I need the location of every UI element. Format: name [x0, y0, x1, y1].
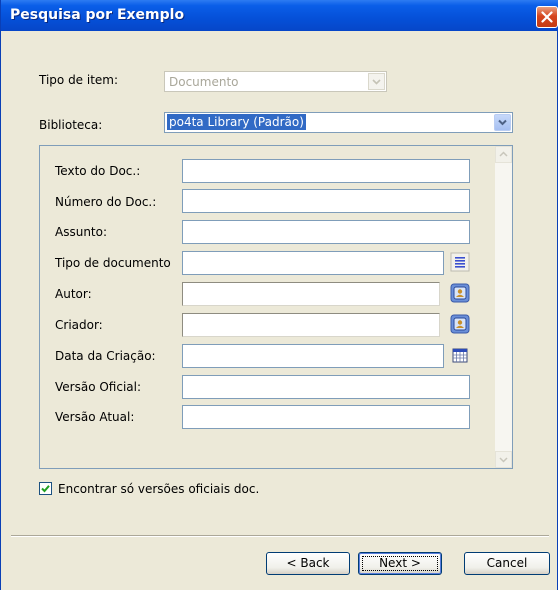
autor-lookup-button[interactable] — [450, 283, 470, 303]
criador-lookup-button[interactable] — [450, 314, 470, 334]
oficiais-checkbox[interactable] — [39, 482, 52, 495]
next-button[interactable]: Next > — [358, 552, 442, 575]
tipo-documento-input[interactable] — [182, 251, 444, 275]
calendar-icon — [452, 348, 468, 363]
checkmark-icon — [41, 485, 50, 493]
autor-input[interactable] — [182, 282, 440, 306]
oficiais-checkbox-label[interactable]: Encontrar só versões oficiais doc. — [58, 482, 259, 496]
biblioteca-select[interactable]: po4ta Library (Padrão) — [164, 112, 513, 133]
back-button[interactable]: < Back — [266, 552, 350, 575]
texto-doc-input[interactable] — [182, 159, 470, 183]
versao-atual-input[interactable] — [182, 405, 470, 429]
chevron-up-icon — [499, 151, 508, 157]
separator — [11, 535, 549, 537]
close-button[interactable] — [536, 6, 558, 28]
calendar-button[interactable] — [450, 345, 470, 365]
criador-input[interactable] — [182, 313, 440, 337]
autor-label: Autor: — [55, 287, 92, 301]
list-lookup-button[interactable] — [450, 252, 470, 272]
assunto-input[interactable] — [182, 220, 470, 244]
tipo-item-select: Documento — [164, 71, 387, 92]
tipo-item-value: Documento — [169, 75, 239, 89]
biblioteca-label: Biblioteca: — [39, 118, 103, 132]
dialog-window: Pesquisa por Exemplo Tipo de item: Docum… — [0, 0, 558, 590]
address-book-icon — [450, 314, 470, 334]
tipo-item-label: Tipo de item: — [39, 73, 119, 87]
list-icon — [450, 252, 470, 272]
dialog-title: Pesquisa por Exemplo — [10, 7, 185, 23]
versao-oficial-input[interactable] — [182, 375, 470, 399]
versao-oficial-label: Versão Oficial: — [55, 380, 142, 394]
chevron-down-icon — [368, 73, 385, 90]
numero-doc-input[interactable] — [182, 189, 470, 213]
vertical-scrollbar[interactable] — [495, 146, 512, 468]
cancel-button[interactable]: Cancel — [464, 552, 550, 575]
texto-doc-label: Texto do Doc.: — [55, 164, 141, 178]
close-icon — [541, 11, 553, 23]
assunto-label: Assunto: — [55, 225, 108, 239]
versao-atual-label: Versão Atual: — [55, 410, 135, 424]
scroll-up-button[interactable] — [495, 146, 512, 163]
title-bar[interactable]: Pesquisa por Exemplo — [1, 0, 558, 31]
scroll-down-button[interactable] — [495, 451, 512, 468]
biblioteca-value: po4ta Library (Padrão) — [167, 114, 306, 130]
chevron-down-icon — [499, 457, 508, 463]
data-criacao-input[interactable] — [182, 344, 444, 368]
data-criacao-label: Data da Criação: — [55, 349, 156, 363]
numero-doc-label: Número do Doc.: — [55, 195, 157, 209]
tipo-documento-label: Tipo de documento — [55, 256, 171, 270]
criador-label: Criador: — [55, 318, 103, 332]
chevron-down-icon[interactable] — [494, 114, 511, 131]
address-book-icon — [450, 283, 470, 303]
